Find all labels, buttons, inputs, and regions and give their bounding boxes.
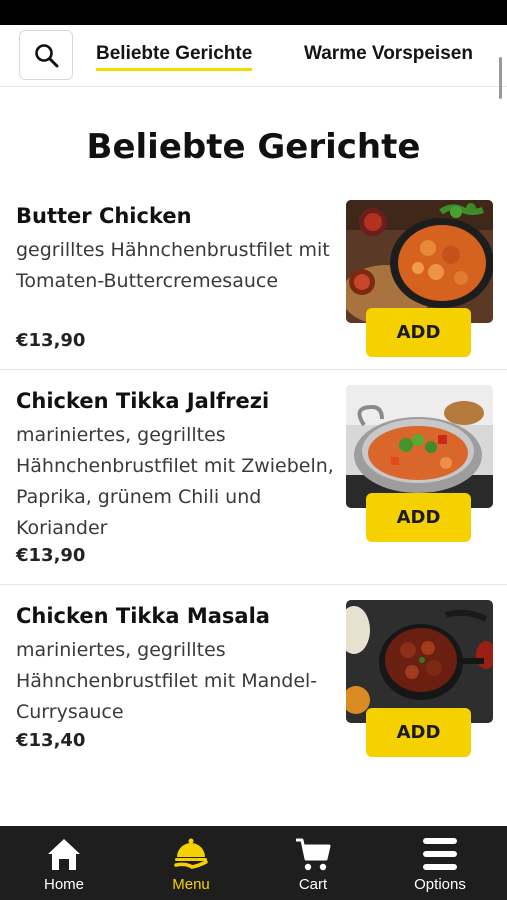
dish-description: mariniertes, gegrilltes Hähnchenbrustfil… xyxy=(16,424,334,539)
dish-description: gegrilltes Hähnchenbrustfilet mit Tomate… xyxy=(16,239,330,292)
horizontal-scroll-indicator[interactable] xyxy=(499,57,502,99)
dish-name: Chicken Tikka Jalfrezi xyxy=(16,389,270,413)
cart-icon xyxy=(296,838,331,871)
dish-card[interactable]: Chicken Tikka Masala mariniertes, gegril… xyxy=(0,600,507,760)
serving-cloche-icon xyxy=(174,838,208,869)
nav-label-cart: Cart xyxy=(298,876,328,893)
dish-name: Chicken Tikka Masala xyxy=(16,604,270,628)
nav-label-options: Options xyxy=(414,876,466,893)
search-icon xyxy=(35,44,59,68)
section-title: Beliebte Gerichte xyxy=(86,127,421,167)
nav-item-menu[interactable]: Menu xyxy=(128,826,254,900)
search-button[interactable] xyxy=(19,30,73,80)
bottom-nav: Home Menu Cart Options xyxy=(0,826,507,900)
chicken-tikka-masala-photo[interactable] xyxy=(346,600,493,723)
tab-warme-vorspeisen[interactable]: Warme Vorspeisen xyxy=(304,43,473,65)
add-to-cart-button[interactable]: ADD xyxy=(366,708,471,757)
tab-beliebte-gerichte[interactable]: Beliebte Gerichte xyxy=(96,43,253,71)
chicken-tikka-jalfrezi-photo[interactable] xyxy=(346,385,493,508)
butter-chicken-photo[interactable] xyxy=(346,200,493,323)
dish-name: Butter Chicken xyxy=(16,204,192,228)
hamburger-menu-icon xyxy=(423,838,457,870)
dish-description: mariniertes, gegrilltes Hähnchenbrustfil… xyxy=(16,639,318,723)
dish-card[interactable]: Chicken Tikka Jalfrezi mariniertes, gegr… xyxy=(0,385,507,585)
nav-item-cart[interactable]: Cart xyxy=(250,826,376,900)
nav-item-options[interactable]: Options xyxy=(377,826,503,900)
category-nav: Beliebte Gerichte Warme Vorspeisen xyxy=(0,25,507,99)
dish-price: €13,40 xyxy=(16,730,86,751)
add-to-cart-button[interactable]: ADD xyxy=(366,493,471,542)
status-bar xyxy=(0,0,507,25)
dish-card[interactable]: Butter Chicken gegrilltes Hähnchenbrustf… xyxy=(0,200,507,370)
nav-label-home: Home xyxy=(43,876,84,893)
nav-label-menu: Menu xyxy=(172,876,210,893)
dish-price: €13,90 xyxy=(16,330,86,351)
home-icon xyxy=(48,839,80,870)
nav-item-home[interactable]: Home xyxy=(1,826,127,900)
add-to-cart-button[interactable]: ADD xyxy=(366,308,471,357)
dish-price: €13,90 xyxy=(16,545,86,566)
